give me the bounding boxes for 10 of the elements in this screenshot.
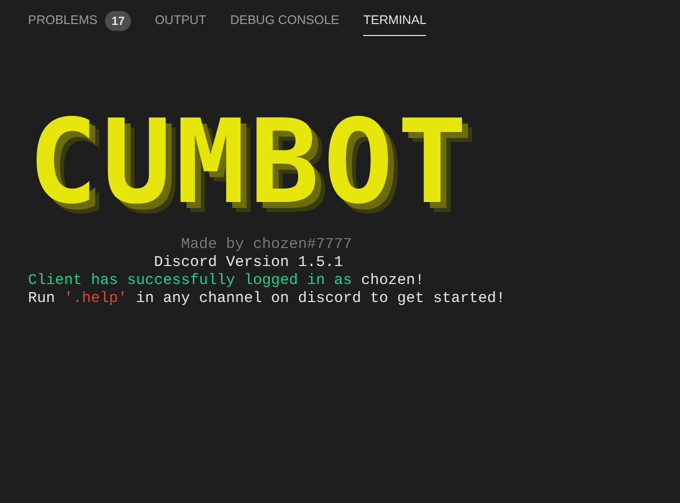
ascii-art-title: CUMBOT	[28, 98, 472, 228]
panel-tab[interactable]: TERMINAL	[363, 6, 426, 36]
count-badge: 17	[105, 10, 131, 30]
panel-tab[interactable]: PROBLEMS 17	[28, 6, 131, 36]
terminal-line: Run '.help' in any channel on discord to get started!	[28, 290, 506, 308]
terminal-line: Made by chozen#7777	[180, 236, 352, 254]
terminal-line: Discord Version 1.5.1	[153, 254, 344, 272]
terminal-line: Client has successfully logged in as chozen!	[28, 272, 424, 290]
panel-tab[interactable]: OUTPUT	[154, 6, 206, 36]
panel-tab[interactable]: DEBUG CONSOLE	[230, 6, 340, 36]
